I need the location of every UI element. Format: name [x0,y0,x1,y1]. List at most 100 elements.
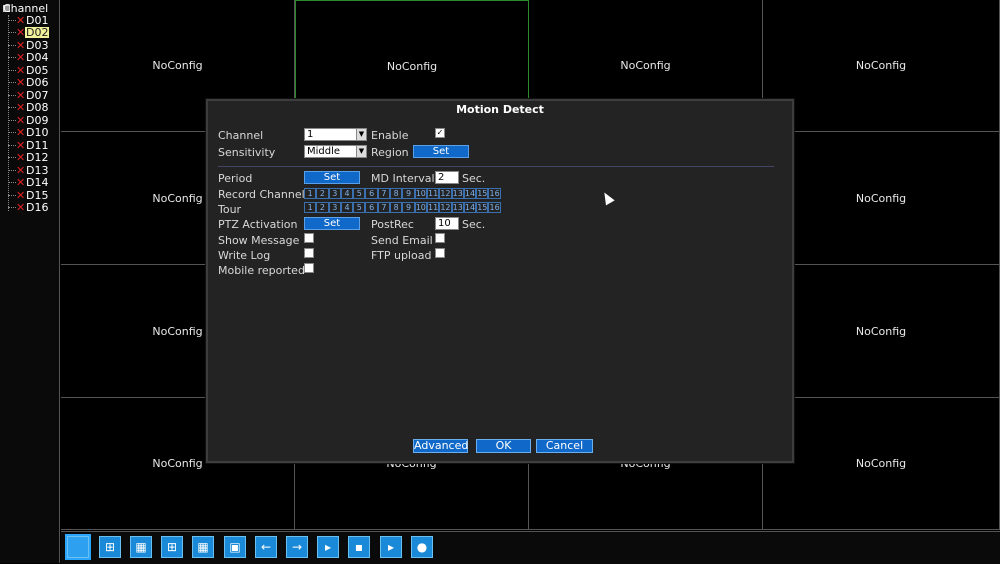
play-icon[interactable]: ▸ [317,536,339,558]
previous-arrow-icon[interactable]: ← [255,536,277,558]
md-interval-label: MD Interval [371,172,435,185]
channel-number-toggle[interactable]: 16 [488,202,501,213]
channel-number-toggle[interactable]: 6 [365,202,378,213]
channel-item[interactable]: ✕ D09 [8,114,49,126]
fullscreen-icon[interactable]: ▣ [224,536,246,558]
video-cell[interactable]: NoConfig [763,398,1000,530]
chevron-down-icon[interactable]: ▼ [356,129,366,140]
channel-item[interactable]: ✕ D15 [8,189,49,201]
enable-checkbox[interactable]: ✓ [435,128,445,138]
channel-number-toggle[interactable]: 10 [414,188,427,199]
channel-number-toggle[interactable]: 3 [328,202,341,213]
channel-item[interactable]: ✕ D05 [8,64,49,76]
channel-number-toggle[interactable]: 9 [402,202,415,213]
postrec-input[interactable]: 10 [435,217,459,230]
channel-number-toggle[interactable]: 15 [476,202,489,213]
next-arrow-icon[interactable]: → [286,536,308,558]
channel-item[interactable]: ✕ D06 [8,77,49,89]
sensitivity-select-value: Middle [307,146,341,157]
channel-number-toggle[interactable]: 11 [426,202,440,213]
single-view-icon[interactable] [65,534,91,560]
channel-number-toggle[interactable]: 4 [340,188,354,199]
postrec-label: PostRec [371,218,414,231]
channel-select[interactable]: 1 ▼ [304,128,367,141]
tree-branch [8,157,16,158]
channel-number-toggle[interactable]: 6 [365,188,378,199]
tree-branch [8,19,16,21]
record-icon[interactable]: ▪ [348,536,370,558]
channel-number-toggle[interactable]: 8 [390,188,403,199]
channel-item[interactable]: ✕ D04 [8,52,49,64]
channel-number-toggle[interactable]: 10 [414,202,427,213]
cell-status: NoConfig [386,59,438,73]
channel-item[interactable]: ✕ D13 [8,164,49,176]
channel-number-toggle[interactable]: 8 [390,202,403,213]
tree-branch [8,32,16,33]
channel-number-toggle[interactable]: 2 [316,202,329,213]
sixteen-view-icon[interactable]: ▦ [192,536,214,558]
channel-number-toggle[interactable]: 5 [353,202,366,213]
offline-x-icon: ✕ [16,63,26,77]
chevron-down-icon[interactable]: ▼ [356,146,366,157]
offline-x-icon: ✕ [16,163,26,177]
channel-number-toggle[interactable]: 12 [439,202,452,213]
mobile-reported-checkbox[interactable] [304,263,314,273]
ok-button[interactable]: OK [476,439,531,453]
cancel-button[interactable]: Cancel [536,439,593,453]
snapshot-icon[interactable]: ● [411,536,433,558]
channel-number-toggle[interactable]: 11 [426,188,440,199]
channel-item[interactable]: ✕ D10 [8,127,49,139]
offline-x-icon: ✕ [16,101,26,114]
channel-number-toggle[interactable]: 7 [377,188,391,199]
tree-branch [8,194,16,196]
channel-number-toggle[interactable]: 1 [304,202,317,213]
channel-number-toggle[interactable]: 3 [328,188,341,199]
send-email-checkbox[interactable] [435,233,445,243]
offline-x-icon: ✕ [16,76,26,89]
channel-item[interactable]: ✕ D11 [8,139,49,151]
channel-number-toggle[interactable]: 5 [353,188,366,199]
channel-item[interactable]: ✕ D12 [8,152,49,164]
channel-number-toggle[interactable]: 4 [340,202,354,213]
channel-item[interactable]: ✕ D02 [8,27,50,39]
channel-item[interactable]: ✕ D03 [8,39,49,51]
video-cell[interactable]: NoConfig [763,132,1000,265]
channel-number-toggle[interactable]: 7 [377,202,391,213]
channel-number-toggle[interactable]: 13 [451,188,464,199]
sensitivity-select[interactable]: Middle ▼ [304,145,367,158]
channel-label: D05 [26,63,49,77]
channel-item[interactable]: ✕ D08 [8,102,49,114]
channel-item[interactable]: ✕ D16 [8,202,49,214]
ptz-set-button[interactable]: Set [304,217,360,230]
quad-view-icon[interactable]: ⊞ [99,536,121,558]
md-interval-input[interactable]: 2 [435,171,459,184]
tour-channel-selector: 1 2 3 4 5 6 7 8 9 10 11 12 13 14 15 16 [304,202,501,213]
region-set-button[interactable]: Set [413,145,469,158]
channel-number-toggle[interactable]: 14 [463,202,477,213]
channel-item[interactable]: ✕ D07 [8,89,49,101]
channel-label: D13 [26,163,49,177]
channel-number-toggle[interactable]: 15 [476,188,489,199]
channel-number-toggle[interactable]: 16 [488,188,501,199]
channel-item[interactable]: ✕ D01 [8,14,49,26]
channel-item[interactable]: ✕ D14 [8,177,49,189]
channel-number-toggle[interactable]: 12 [439,188,452,199]
video-cell[interactable]: NoConfig [763,0,1000,132]
eight-view-icon[interactable]: ▦ [130,536,152,558]
show-message-checkbox[interactable] [304,233,314,243]
channel-number-toggle[interactable]: 14 [463,188,477,199]
region-label: Region [371,146,409,159]
period-set-button[interactable]: Set [304,171,360,184]
channel-number-toggle[interactable]: 1 [304,188,317,199]
video-cell[interactable]: NoConfig [763,265,1000,398]
offline-x-icon: ✕ [16,88,26,102]
channel-number-toggle[interactable]: 2 [316,188,329,199]
playback-icon[interactable]: ▸ [380,536,402,558]
write-log-checkbox[interactable] [304,248,314,258]
nine-view-icon[interactable]: ⊞ [161,536,183,558]
ftp-upload-checkbox[interactable] [435,248,445,258]
channel-number-toggle[interactable]: 13 [451,202,464,213]
enable-label: Enable [371,129,409,142]
advanced-button[interactable]: Advanced [413,439,468,453]
channel-number-toggle[interactable]: 9 [402,188,415,199]
